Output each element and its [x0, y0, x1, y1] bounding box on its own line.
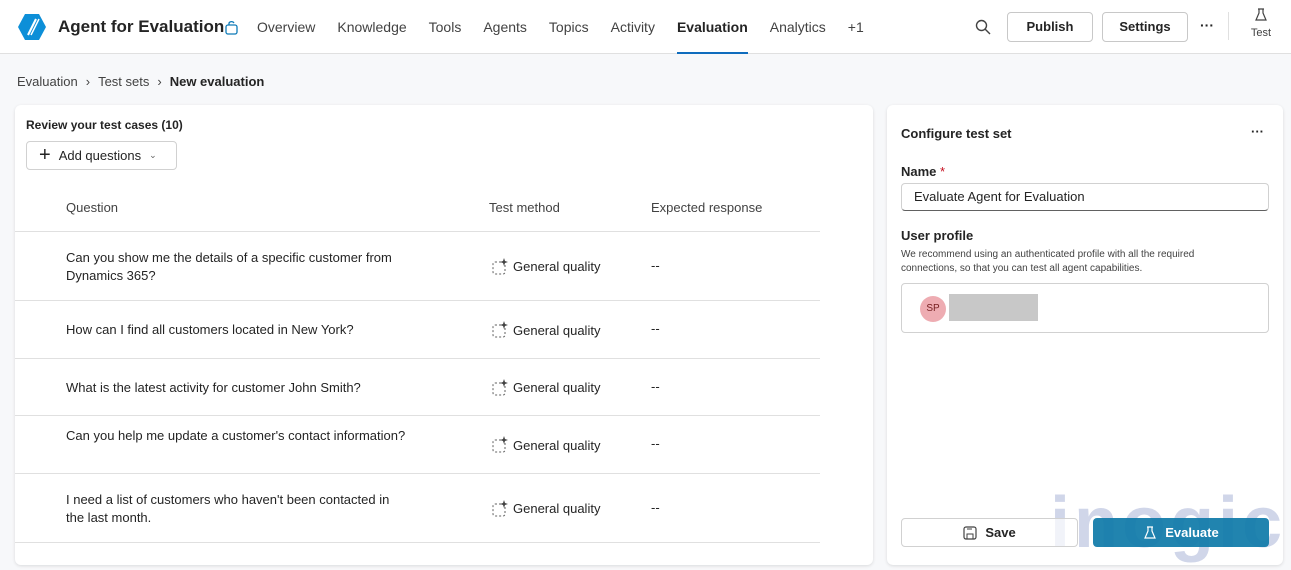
- column-expected-response[interactable]: Expected response: [651, 200, 762, 215]
- question-cell: How can I find all customers located in …: [66, 322, 354, 337]
- question-cell: I need a list of customers who haven't b…: [66, 491, 390, 525]
- panel-more-button[interactable]: ···: [1251, 124, 1264, 139]
- settings-button[interactable]: Settings: [1102, 12, 1188, 42]
- top-bar: Agent for Evaluation Overview Knowledge …: [0, 0, 1291, 54]
- name-label-text: Name: [901, 164, 937, 179]
- chevron-right-icon: ›: [157, 74, 162, 89]
- user-profile-label: User profile: [901, 228, 974, 243]
- required-mark: *: [940, 164, 946, 179]
- question-cell: Can you help me update a customer's cont…: [66, 428, 406, 443]
- search-icon[interactable]: [975, 19, 991, 35]
- sparkle-dashed-icon: [492, 257, 508, 274]
- test-method-label: General quality: [513, 322, 601, 338]
- sparkle-dashed-icon: [492, 436, 508, 453]
- tab-topics[interactable]: Topics: [538, 0, 600, 54]
- evaluate-label: Evaluate: [1165, 525, 1219, 540]
- publish-button[interactable]: Publish: [1007, 12, 1093, 42]
- evaluate-button[interactable]: Evaluate: [1093, 518, 1269, 547]
- test-method-label: General quality: [513, 437, 601, 453]
- main-nav: Overview Knowledge Tools Agents Topics A…: [246, 0, 875, 54]
- add-questions-label: Add questions: [58, 148, 142, 163]
- table-row[interactable]: I need a list of customers who haven't b…: [15, 473, 820, 542]
- table-row[interactable]: Can you show me the details of a specifi…: [15, 231, 820, 300]
- more-button[interactable]: ···: [1200, 17, 1214, 33]
- redacted-user-name: [949, 294, 1038, 321]
- table-row[interactable]: How can I find all customers located in …: [15, 300, 820, 358]
- expected-response-cell: --: [651, 499, 660, 515]
- save-button[interactable]: Save: [901, 518, 1078, 547]
- test-method-cell: General quality: [491, 257, 601, 276]
- test-method-label: General quality: [513, 259, 601, 274]
- chevron-down-icon: ⌄: [149, 150, 157, 160]
- column-test-method[interactable]: Test method: [489, 200, 560, 215]
- test-method-label: General quality: [513, 501, 601, 516]
- tab-more[interactable]: +1: [837, 0, 875, 54]
- tab-overview[interactable]: Overview: [246, 0, 326, 54]
- app-title: Agent for Evaluation: [58, 17, 225, 36]
- chevron-right-icon: ›: [85, 74, 91, 89]
- expected-response-cell: --: [651, 321, 660, 336]
- expected-response-cell: --: [651, 257, 660, 273]
- test-button[interactable]: Test: [1244, 8, 1278, 39]
- test-method-cell: General quality: [491, 378, 601, 397]
- save-icon: [963, 525, 977, 540]
- breadcrumb-evaluation[interactable]: Evaluation: [17, 74, 78, 89]
- test-method-cell: General quality: [491, 499, 601, 518]
- sparkle-dashed-icon: [492, 378, 508, 395]
- save-label: Save: [985, 525, 1016, 540]
- table-row[interactable]: Can you help me update a customer's cont…: [15, 415, 820, 473]
- avatar: SP: [920, 296, 946, 322]
- sparkle-dashed-icon: [492, 499, 508, 516]
- plus-icon: +: [39, 144, 51, 166]
- table-row[interactable]: What is the latest activity for customer…: [15, 358, 820, 415]
- user-profile-hint: We recommend using an authenticated prof…: [901, 249, 1195, 274]
- breadcrumb-current: New evaluation: [169, 74, 265, 89]
- flask-icon: [1144, 525, 1157, 539]
- lock-icon[interactable]: [224, 19, 240, 35]
- expected-response-cell: --: [651, 436, 660, 451]
- configure-title: Configure test set: [901, 126, 1012, 141]
- divider: [1228, 12, 1229, 40]
- add-questions-button[interactable]: + Add questions ⌄: [26, 141, 177, 170]
- breadcrumb: Evaluation › Test sets › New evaluation: [17, 74, 264, 89]
- test-cases-title: Review your test cases (10): [26, 118, 183, 132]
- test-method-cell: General quality: [491, 436, 600, 454]
- name-input[interactable]: Evaluate Agent for Evaluation: [901, 183, 1269, 211]
- name-label: Name *: [901, 164, 945, 179]
- test-label: Test: [1250, 27, 1272, 39]
- question-cell: What is the latest activity for customer…: [66, 379, 361, 395]
- tab-agents[interactable]: Agents: [472, 0, 538, 54]
- tab-tools[interactable]: Tools: [418, 0, 473, 54]
- expected-response-cell: --: [651, 378, 660, 394]
- tab-evaluation[interactable]: Evaluation: [666, 0, 759, 54]
- sparkle-dashed-icon: [492, 321, 508, 338]
- column-question[interactable]: Question: [66, 200, 118, 215]
- test-method-label: General quality: [513, 380, 601, 395]
- breadcrumb-test-sets[interactable]: Test sets: [98, 74, 149, 89]
- question-cell: Can you show me the details of a specifi…: [66, 249, 392, 283]
- table-row[interactable]: [15, 542, 820, 564]
- app-logo-icon: [18, 14, 46, 40]
- tab-activity[interactable]: Activity: [600, 0, 666, 54]
- flask-icon: [1255, 8, 1267, 21]
- user-profile-box[interactable]: SP: [901, 283, 1269, 333]
- tab-knowledge[interactable]: Knowledge: [326, 0, 417, 54]
- tab-analytics[interactable]: Analytics: [759, 0, 837, 54]
- test-method-cell: General quality: [491, 321, 600, 339]
